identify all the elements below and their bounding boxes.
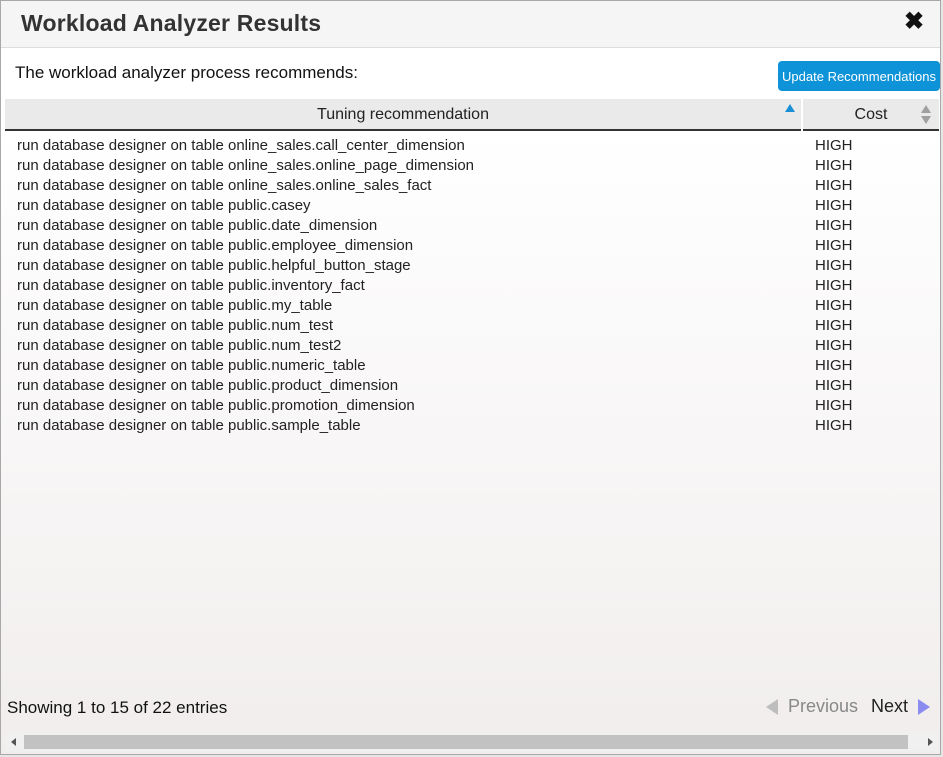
cell-cost: HIGH bbox=[815, 377, 853, 394]
cell-cost: HIGH bbox=[815, 317, 853, 334]
cell-tuning-recommendation: run database designer on table public.in… bbox=[17, 277, 365, 294]
cell-tuning-recommendation: run database designer on table online_sa… bbox=[17, 157, 475, 174]
cell-cost: HIGH bbox=[815, 397, 853, 414]
table-row[interactable]: run database designer on table public.nu… bbox=[5, 336, 939, 356]
cell-cost: HIGH bbox=[815, 137, 853, 154]
sort-both-icon bbox=[921, 105, 931, 125]
cell-tuning-recommendation: run database designer on table public.da… bbox=[17, 217, 378, 234]
intro-text: The workload analyzer process recommends… bbox=[15, 63, 358, 82]
table-row[interactable]: run database designer on table public.pr… bbox=[5, 376, 939, 396]
table-row[interactable]: run database designer on table public.he… bbox=[5, 256, 939, 276]
cell-cost: HIGH bbox=[815, 297, 853, 314]
cell-cost: HIGH bbox=[815, 357, 853, 374]
cell-tuning-recommendation: run database designer on table public.ca… bbox=[17, 197, 311, 214]
table-header: Tuning recommendation Cost bbox=[5, 99, 939, 131]
cell-tuning-recommendation: run database designer on table public.nu… bbox=[17, 337, 342, 354]
close-icon[interactable]: ✖ bbox=[902, 9, 926, 35]
table-row[interactable]: run database designer on table public.ca… bbox=[5, 196, 939, 216]
table-row[interactable]: run database designer on table public.nu… bbox=[5, 356, 939, 376]
arrow-left-icon bbox=[766, 699, 778, 716]
update-recommendations-button[interactable]: Update Recommendations bbox=[778, 61, 940, 91]
cell-tuning-recommendation: run database designer on table online_sa… bbox=[17, 177, 432, 194]
table-row[interactable]: run database designer on table public.in… bbox=[5, 276, 939, 296]
workload-analyzer-dialog: Workload Analyzer Results ✖ The workload… bbox=[0, 0, 941, 755]
table-row[interactable]: run database designer on table public.sa… bbox=[5, 416, 939, 436]
next-label: Next bbox=[871, 696, 909, 716]
table-info: Showing 1 to 15 of 22 entries bbox=[7, 698, 228, 717]
table-row[interactable]: run database designer on table public.pr… bbox=[5, 396, 939, 416]
cell-cost: HIGH bbox=[815, 197, 853, 214]
cell-cost: HIGH bbox=[815, 257, 853, 274]
table-row[interactable]: run database designer on table public.em… bbox=[5, 236, 939, 256]
table-row[interactable]: run database designer on table online_sa… bbox=[5, 136, 939, 156]
previous-label: Previous bbox=[788, 696, 859, 716]
cell-tuning-recommendation: run database designer on table public.em… bbox=[17, 237, 414, 254]
cell-tuning-recommendation: run database designer on table public.sa… bbox=[17, 417, 361, 434]
arrow-right-icon bbox=[918, 699, 931, 716]
cell-tuning-recommendation: run database designer on table public.nu… bbox=[17, 317, 334, 334]
cell-cost: HIGH bbox=[815, 157, 853, 174]
cell-cost: HIGH bbox=[815, 337, 853, 354]
cell-cost: HIGH bbox=[815, 217, 853, 234]
table-row[interactable]: run database designer on table public.nu… bbox=[5, 316, 939, 336]
table-row[interactable]: run database designer on table public.my… bbox=[5, 296, 939, 316]
cell-cost: HIGH bbox=[815, 177, 853, 194]
table-row[interactable]: run database designer on table online_sa… bbox=[5, 156, 939, 176]
cell-cost: HIGH bbox=[815, 237, 853, 254]
table-row[interactable]: run database designer on table public.da… bbox=[5, 216, 939, 236]
column-header-label: Cost bbox=[854, 106, 888, 123]
cell-cost: HIGH bbox=[815, 277, 853, 294]
column-header-tuning-recommendation[interactable]: Tuning recommendation bbox=[5, 99, 801, 131]
horizontal-scrollbar[interactable] bbox=[5, 733, 939, 751]
table-row[interactable]: run database designer on table online_sa… bbox=[5, 176, 939, 196]
cell-tuning-recommendation: run database designer on table online_sa… bbox=[17, 137, 465, 154]
cell-tuning-recommendation: run database designer on table public.pr… bbox=[17, 377, 399, 394]
cell-tuning-recommendation: run database designer on table public.my… bbox=[17, 297, 333, 314]
previous-button[interactable]: Previous bbox=[766, 696, 858, 717]
scrollbar-thumb[interactable] bbox=[24, 735, 908, 749]
cell-tuning-recommendation: run database designer on table public.he… bbox=[17, 257, 411, 274]
dialog-title: Workload Analyzer Results bbox=[21, 10, 322, 36]
cell-cost: HIGH bbox=[815, 417, 853, 434]
next-button[interactable]: Next bbox=[871, 696, 931, 717]
column-header-label: Tuning recommendation bbox=[317, 106, 489, 123]
dialog-titlebar: Workload Analyzer Results ✖ bbox=[1, 1, 940, 48]
scroll-right-icon[interactable] bbox=[928, 738, 933, 746]
scroll-left-icon[interactable] bbox=[11, 738, 16, 746]
table-body: run database designer on table online_sa… bbox=[5, 136, 939, 436]
cell-tuning-recommendation: run database designer on table public.nu… bbox=[17, 357, 366, 374]
column-header-cost[interactable]: Cost bbox=[803, 99, 939, 131]
cell-tuning-recommendation: run database designer on table public.pr… bbox=[17, 397, 415, 414]
sort-ascending-icon bbox=[785, 104, 795, 112]
